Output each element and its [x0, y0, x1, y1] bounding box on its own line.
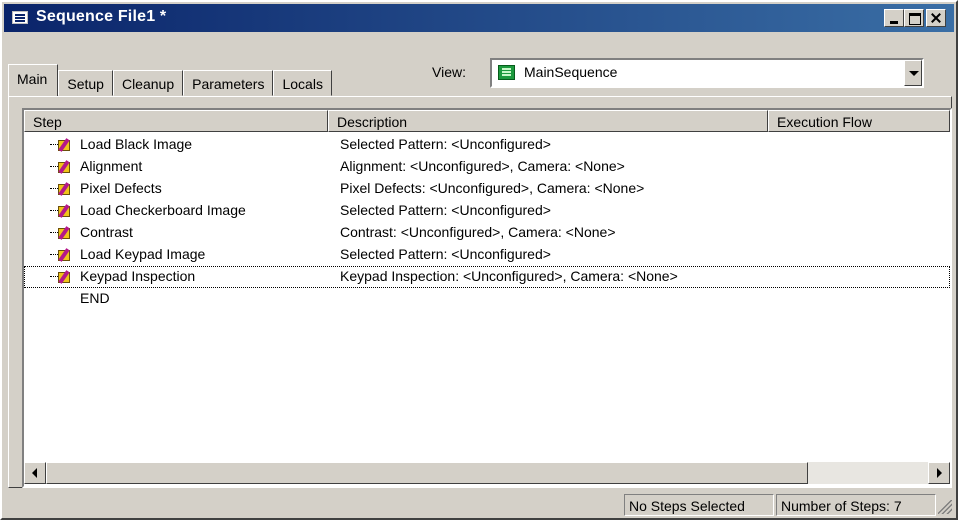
step-description: Selected Pattern: <Unconfigured>: [340, 246, 551, 262]
tab-strip: Main Setup Cleanup Parameters Locals: [8, 62, 332, 96]
step-row[interactable]: Alignment Alignment: <Unconfigured>, Cam…: [24, 156, 950, 178]
status-selection: No Steps Selected: [624, 494, 774, 516]
sequence-file-icon: [12, 11, 28, 24]
scroll-right-button[interactable]: [928, 462, 950, 484]
step-row[interactable]: Pixel Defects Pixel Defects: <Unconfigur…: [24, 178, 950, 200]
close-button[interactable]: [926, 9, 946, 27]
step-description: Selected Pattern: <Unconfigured>: [340, 136, 551, 152]
window-title: Sequence File1 *: [36, 8, 167, 25]
step-description: Pixel Defects: <Unconfigured>, Camera: <…: [340, 180, 645, 196]
step-row[interactable]: Load Keypad Image Selected Pattern: <Unc…: [24, 244, 950, 266]
step-icon: [56, 248, 74, 262]
resize-grip-icon[interactable]: [938, 500, 952, 514]
step-icon: [56, 270, 74, 284]
column-header-description[interactable]: Description: [328, 110, 768, 132]
step-icon: [56, 226, 74, 240]
step-description: Alignment: <Unconfigured>, Camera: <None…: [340, 158, 625, 174]
column-header-execution-flow[interactable]: Execution Flow: [768, 110, 950, 132]
tab-locals[interactable]: Locals: [273, 70, 332, 96]
step-icon: [56, 160, 74, 174]
view-select[interactable]: MainSequence: [490, 58, 924, 88]
minimize-button[interactable]: [884, 9, 904, 27]
step-description: Selected Pattern: <Unconfigured>: [340, 202, 551, 218]
horizontal-scrollbar[interactable]: [24, 462, 950, 484]
step-name: Load Checkerboard Image: [80, 202, 246, 218]
step-name: Contrast: [80, 224, 133, 240]
column-header-step[interactable]: Step: [24, 110, 328, 132]
view-label: View:: [432, 64, 466, 80]
sequence-icon: [498, 65, 515, 80]
steps-list[interactable]: Step Description Execution Flow Load Bla…: [22, 108, 952, 488]
step-icon: [56, 204, 74, 218]
step-name: Load Black Image: [80, 136, 193, 152]
step-name: Load Keypad Image: [80, 246, 206, 262]
step-row[interactable]: Contrast Contrast: <Unconfigured>, Camer…: [24, 222, 950, 244]
sequence-file-window: Sequence File1 * Main Setup Cleanup Para…: [0, 0, 958, 520]
step-row[interactable]: Load Checkerboard Image Selected Pattern…: [24, 200, 950, 222]
tab-main[interactable]: Main: [8, 64, 59, 96]
scroll-left-button[interactable]: [24, 462, 46, 484]
step-name: Pixel Defects: [80, 180, 162, 196]
scroll-thumb[interactable]: [46, 462, 808, 484]
step-row-focused[interactable]: Keypad Inspection Keypad Inspection: <Un…: [24, 266, 950, 288]
step-icon: [56, 138, 74, 152]
maximize-button[interactable]: [904, 9, 924, 27]
step-name: Keypad Inspection: [80, 268, 196, 284]
step-row[interactable]: Load Black Image Selected Pattern: <Unco…: [24, 134, 950, 156]
tab-parameters[interactable]: Parameters: [183, 70, 274, 96]
view-select-value: MainSequence: [524, 64, 618, 80]
title-bar[interactable]: Sequence File1 *: [4, 4, 954, 32]
step-name: Alignment: [80, 158, 143, 174]
tab-setup[interactable]: Setup: [58, 70, 113, 96]
end-label: END: [80, 290, 110, 306]
step-icon: [56, 182, 74, 196]
step-description: Keypad Inspection: <Unconfigured>, Camer…: [340, 268, 678, 284]
list-header: Step Description Execution Flow: [24, 110, 950, 132]
end-row[interactable]: END: [24, 288, 950, 310]
status-step-count: Number of Steps: 7: [776, 494, 936, 516]
tab-cleanup[interactable]: Cleanup: [112, 70, 184, 96]
view-select-dropdown-button[interactable]: [904, 60, 922, 86]
step-description: Contrast: <Unconfigured>, Camera: <None>: [340, 224, 616, 240]
